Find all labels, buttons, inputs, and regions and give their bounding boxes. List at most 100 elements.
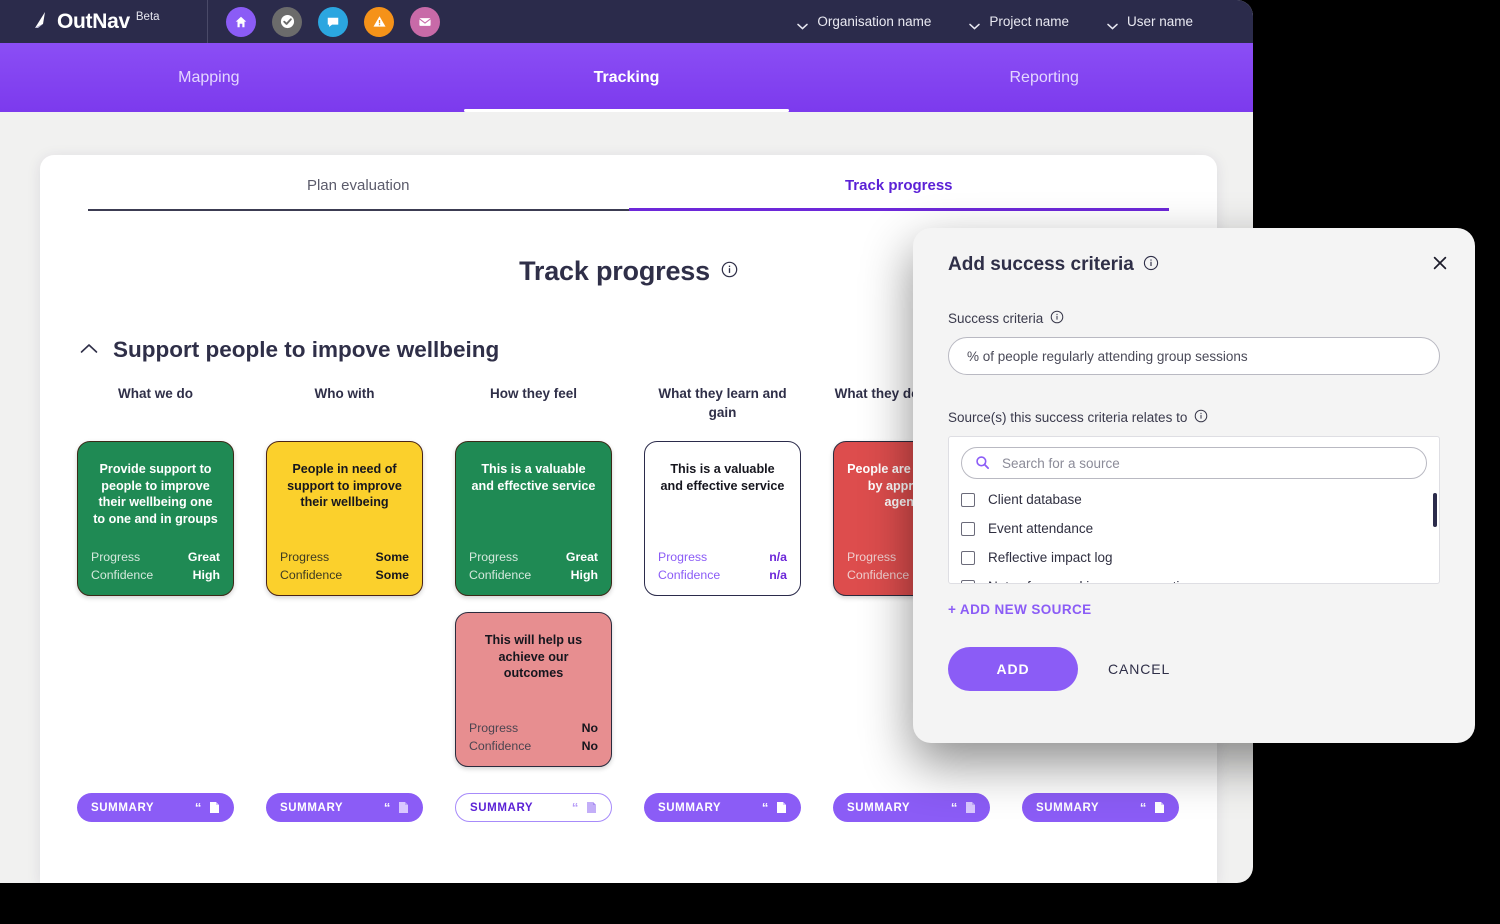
progress-card[interactable]: Provide support to people to improve the…	[77, 441, 234, 596]
summary-button-icons: “	[195, 801, 220, 814]
home-icon[interactable]	[226, 6, 256, 37]
progress-card[interactable]: This is a valuable and effective service…	[455, 441, 612, 596]
tab-tracking[interactable]: Tracking	[418, 43, 836, 112]
add-new-source-link[interactable]: + ADD NEW SOURCE	[948, 602, 1440, 617]
brand-name: OutNav	[57, 9, 130, 33]
document-icon	[586, 801, 597, 814]
topnav-item-label: Project name	[989, 14, 1069, 29]
progress-card-title: People in need of support to improve the…	[287, 462, 402, 510]
add-button[interactable]: ADD	[948, 647, 1078, 691]
grid-column-who-with: Who with People in need of support to im…	[266, 385, 423, 767]
summary-buttons-row: SUMMARY “ SUMMARY “ SUMMARY “ SUMMARY “ …	[77, 793, 1217, 822]
progress-card[interactable]: This will help us achieve our outcomes P…	[455, 612, 612, 767]
sources-label-row: Source(s) this success criteria relates …	[948, 409, 1440, 426]
source-label: Client database	[988, 492, 1082, 507]
dialog-actions: ADD CANCEL	[948, 647, 1440, 691]
quote-icon: “	[761, 800, 769, 815]
quote-icon: “	[950, 800, 958, 815]
brand-beta-tag: Beta	[135, 10, 160, 23]
source-list-scrollbar[interactable]	[1433, 493, 1437, 527]
progress-card-title: This is a valuable and effective service	[660, 462, 785, 493]
metric-progress: Progress n/a	[656, 548, 789, 566]
main-nav: Mapping Tracking Reporting	[0, 43, 1253, 112]
source-list-item[interactable]: Client database	[961, 485, 1427, 514]
progress-card-metrics: Progress No Confidence No	[467, 719, 600, 755]
progress-card[interactable]: This is a valuable and effective service…	[644, 441, 801, 596]
summary-button[interactable]: SUMMARY “	[833, 793, 990, 822]
check-icon[interactable]	[272, 6, 302, 37]
source-search-wrap	[961, 447, 1427, 479]
quick-icons	[226, 6, 440, 37]
chevron-down-icon	[797, 18, 809, 30]
checkbox-icon[interactable]	[961, 550, 975, 565]
checkbox-icon[interactable]	[961, 579, 975, 583]
document-icon	[776, 801, 787, 814]
source-label: Event attendance	[988, 521, 1094, 536]
metric-value: n/a	[769, 568, 787, 582]
metric-label: Progress	[91, 550, 141, 564]
topnav-item-organisation[interactable]: Organisation name	[797, 14, 931, 30]
section-title: Support people to impove wellbeing	[113, 337, 500, 362]
progress-card[interactable]: People in need of support to improve the…	[266, 441, 423, 596]
metric-value: Some	[375, 550, 410, 564]
metric-value: No	[581, 739, 598, 753]
tab-reporting[interactable]: Reporting	[835, 43, 1253, 112]
metric-value: High	[192, 568, 220, 582]
metric-progress: Progress Great	[467, 548, 600, 566]
summary-button-label: SUMMARY	[91, 801, 155, 814]
info-icon[interactable]	[1143, 255, 1159, 276]
checkbox-icon[interactable]	[961, 521, 975, 536]
tab-track-progress[interactable]: Track progress	[628, 177, 1169, 211]
column-header: How they feel	[489, 386, 578, 401]
progress-card-metrics: Progress Great Confidence High	[467, 548, 600, 584]
success-criteria-input[interactable]	[948, 337, 1440, 375]
metric-label: Confidence	[658, 568, 721, 582]
metric-progress: Progress No	[467, 719, 600, 737]
summary-button[interactable]: SUMMARY “	[455, 793, 612, 822]
top-bar: OutNav Beta Organisation name Project na…	[0, 0, 1253, 43]
warning-icon[interactable]	[364, 6, 394, 37]
metric-label: Progress	[469, 721, 519, 735]
info-icon[interactable]	[721, 261, 738, 283]
topnav-item-user[interactable]: User name	[1107, 14, 1193, 30]
close-icon[interactable]	[1427, 250, 1453, 276]
page-title: Track progress	[519, 256, 710, 286]
add-success-criteria-dialog: Add success criteria Success criteria So…	[913, 228, 1475, 743]
source-list-item[interactable]: Notes form working group meetings	[961, 572, 1427, 583]
source-search-input[interactable]	[961, 447, 1427, 479]
success-criteria-label: Success criteria	[948, 311, 1044, 326]
document-icon	[1154, 801, 1165, 814]
info-icon[interactable]	[1194, 409, 1208, 426]
summary-button-icons: “	[384, 801, 409, 814]
metric-label: Progress	[658, 550, 708, 564]
outnav-logo-icon	[32, 11, 52, 31]
metric-value: Great	[187, 550, 220, 564]
chevron-up-icon[interactable]	[80, 341, 98, 359]
quote-icon: “	[194, 800, 202, 815]
tab-plan-evaluation[interactable]: Plan evaluation	[88, 177, 629, 211]
progress-card-title: This will help us achieve our outcomes	[484, 633, 583, 681]
source-list-item[interactable]: Event attendance	[961, 514, 1427, 543]
tab-mapping[interactable]: Mapping	[0, 43, 418, 112]
summary-button-label: SUMMARY	[470, 801, 534, 814]
metric-label: Confidence	[91, 568, 154, 582]
info-icon[interactable]	[1050, 310, 1064, 327]
brand[interactable]: OutNav Beta	[0, 0, 208, 43]
chat-icon[interactable]	[318, 6, 348, 37]
summary-button[interactable]: SUMMARY “	[644, 793, 801, 822]
topnav-item-project[interactable]: Project name	[969, 14, 1069, 30]
summary-button-icons: “	[951, 801, 976, 814]
summary-button[interactable]: SUMMARY “	[1022, 793, 1179, 822]
metric-value: No	[581, 721, 598, 735]
source-list-item[interactable]: Reflective impact log	[961, 543, 1427, 572]
chevron-down-icon	[969, 18, 981, 30]
cancel-button[interactable]: CANCEL	[1108, 661, 1170, 677]
summary-button-icons: “	[572, 801, 597, 814]
mail-icon[interactable]	[410, 6, 440, 37]
metric-progress: Progress Great	[89, 548, 222, 566]
summary-button[interactable]: SUMMARY “	[77, 793, 234, 822]
grid-column-what-they-learn-and-gain: What they learn and gain This is a valua…	[644, 385, 801, 767]
summary-button[interactable]: SUMMARY “	[266, 793, 423, 822]
chevron-down-icon	[1107, 18, 1118, 30]
checkbox-icon[interactable]	[961, 492, 975, 507]
